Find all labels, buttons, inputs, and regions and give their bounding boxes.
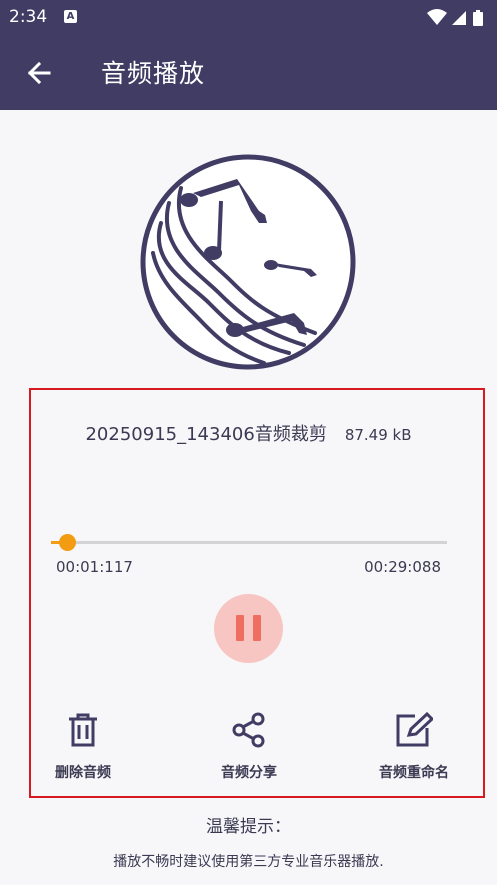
delete-audio-button[interactable]: 删除音频 xyxy=(28,712,138,782)
trash-icon xyxy=(69,713,97,747)
total-time: 00:29:088 xyxy=(364,558,441,576)
status-icons xyxy=(427,9,483,26)
file-size: 87.49 kB xyxy=(344,426,412,444)
signal-icon xyxy=(452,11,466,25)
file-info: 20250915_143406音频裁剪 87.49 kB xyxy=(0,420,497,446)
file-name: 20250915_143406音频裁剪 xyxy=(85,424,327,445)
status-time: 2:34 xyxy=(9,7,48,27)
app-bar: 音频播放 xyxy=(0,34,497,110)
edit-icon xyxy=(396,712,433,747)
share-audio-button[interactable]: 音频分享 xyxy=(194,712,304,782)
notification-icon: A xyxy=(64,10,77,23)
tip-text: 播放不畅时建议使用第三方专业音乐器播放. xyxy=(113,854,384,870)
tip-title: 温馨提示： xyxy=(206,817,291,837)
status-bar: 2:34 A xyxy=(0,0,497,34)
seek-thumb[interactable] xyxy=(58,534,76,551)
share-icon xyxy=(232,712,265,748)
wifi-icon xyxy=(427,9,447,25)
current-time: 00:01:117 xyxy=(56,558,133,576)
pause-button[interactable] xyxy=(214,594,283,663)
arrow-left-icon[interactable] xyxy=(22,56,56,90)
seek-bar[interactable] xyxy=(51,534,447,551)
music-notes-disc-icon xyxy=(140,154,356,370)
share-audio-label: 音频分享 xyxy=(221,765,277,781)
rename-audio-button[interactable]: 音频重命名 xyxy=(359,712,469,782)
battery-icon xyxy=(473,10,483,26)
page-title: 音频播放 xyxy=(101,59,206,88)
rename-audio-label: 音频重命名 xyxy=(379,765,449,781)
delete-audio-label: 删除音频 xyxy=(55,765,111,781)
